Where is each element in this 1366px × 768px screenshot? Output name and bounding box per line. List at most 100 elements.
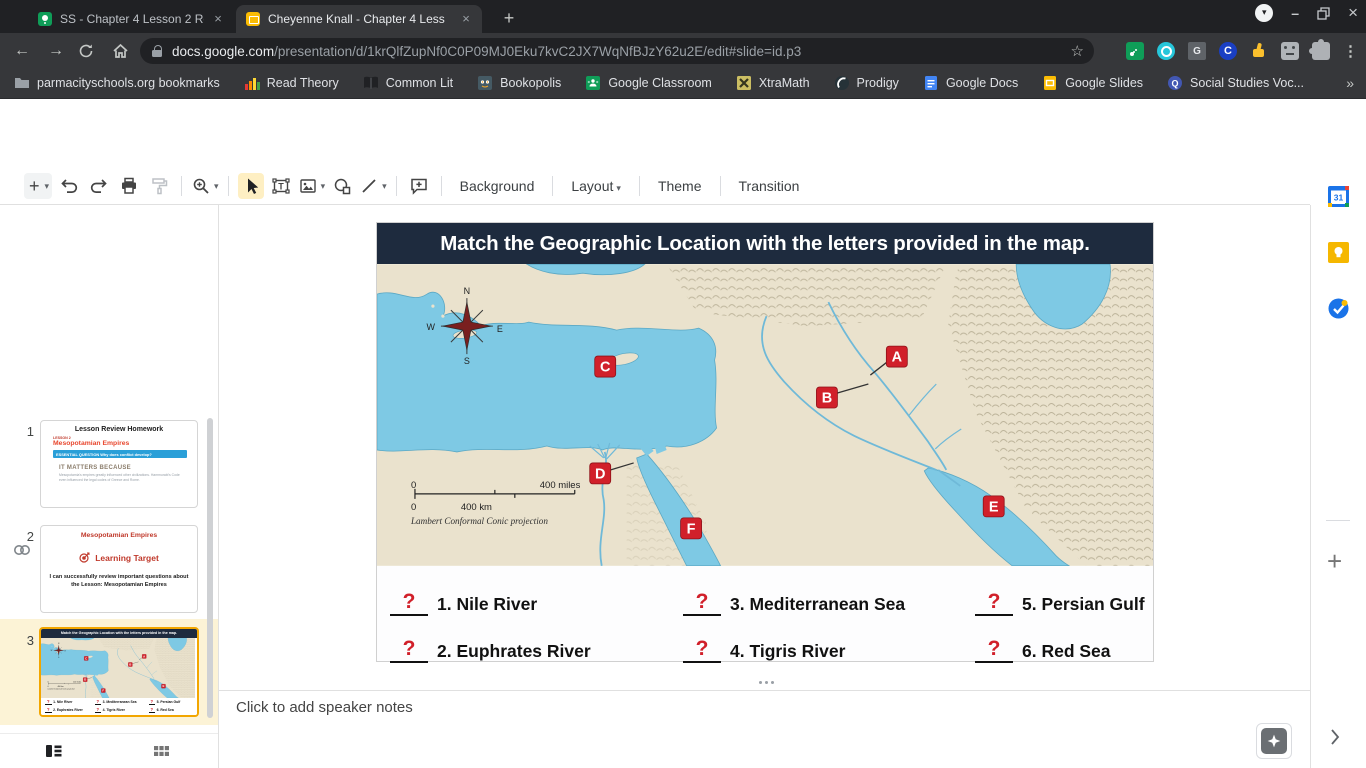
marker-f[interactable]: F — [101, 688, 105, 692]
theme-button[interactable]: Theme — [647, 178, 713, 194]
c-extension-icon[interactable]: C — [1219, 42, 1237, 60]
marker-e[interactable]: E — [161, 684, 165, 688]
tab-classroom[interactable]: SS - Chapter 4 Lesson 2 Review H × — [28, 5, 234, 33]
new-slide-dropdown[interactable]: ▾ — [45, 181, 50, 192]
back-icon[interactable]: ← — [10, 42, 34, 60]
forward-icon[interactable]: → — [44, 42, 68, 60]
filmstrip-view-icon[interactable] — [45, 743, 62, 759]
restore-button[interactable] — [1317, 7, 1330, 20]
matching-questions[interactable]: ? 1. Nile River ? 3. Mediterranean Sea ?… — [377, 566, 1153, 661]
home-icon[interactable] — [112, 43, 136, 59]
marker-d[interactable]: D — [83, 678, 87, 682]
tab-slides-current[interactable]: Cheyenne Knall - Chapter 4 Less × — [236, 5, 482, 33]
layout-button[interactable]: Layout▾ — [560, 178, 632, 194]
insert-image-icon[interactable]: ▾ — [298, 173, 326, 199]
select-tool-icon[interactable] — [238, 173, 264, 199]
question-4: ? 4. Tigris River — [683, 623, 845, 663]
paint-format-icon[interactable] — [146, 173, 172, 199]
slide-canvas: Match the Geographic Location with the l… — [219, 205, 1310, 768]
hand-extension-icon[interactable] — [1250, 42, 1268, 60]
bookmark-prodigy[interactable]: Prodigy — [834, 75, 899, 91]
bookmark-social-studies-voc[interactable]: Q Social Studies Voc... — [1167, 75, 1304, 91]
bookmark-common-lit[interactable]: Common Lit — [363, 75, 453, 91]
marker-d[interactable]: D — [590, 463, 611, 484]
line-dropdown[interactable]: ▾ — [382, 181, 387, 192]
teal-extension-icon[interactable] — [1157, 42, 1175, 60]
minimize-button[interactable]: – — [1291, 6, 1299, 20]
insert-shape-icon[interactable] — [329, 173, 355, 199]
add-addon-button[interactable]: + — [1327, 546, 1342, 577]
slide-thumbnail-3-selected[interactable]: Match the Geographic Location with the l… — [39, 627, 199, 717]
svg-text:400 km: 400 km — [58, 686, 65, 688]
notes-splitter-handle[interactable] — [759, 681, 774, 684]
filmstrip-scrollbar[interactable] — [207, 418, 213, 718]
google-calendar-icon[interactable]: 31 — [1328, 186, 1349, 207]
background-button[interactable]: Background — [449, 178, 546, 194]
link-icon — [13, 543, 31, 557]
zoom-dropdown[interactable]: ▾ — [214, 181, 219, 192]
bookmark-google-slides[interactable]: Google Slides — [1042, 75, 1143, 91]
svg-text:N: N — [464, 286, 470, 296]
map-image[interactable]: N S W E 0 400 miles 0 400 km Lambert Con… — [377, 264, 1153, 566]
bookmark-folder[interactable]: parmacityschools.org bookmarks — [14, 75, 220, 91]
bookmark-google-classroom[interactable]: Google Classroom — [585, 75, 712, 91]
url-omnibox[interactable]: docs.google.com/presentation/d/1krQlfZup… — [140, 38, 1094, 64]
slide-number-2: 2 — [18, 529, 34, 544]
svg-text:F: F — [687, 521, 696, 537]
slide-thumbnail-1[interactable]: Lesson Review Homework LESSON 2 Mesopota… — [40, 420, 198, 508]
bookmark-google-docs[interactable]: Google Docs — [923, 75, 1018, 91]
marker-f[interactable]: F — [681, 518, 702, 539]
marker-a[interactable]: A — [886, 346, 907, 367]
undo-icon[interactable] — [56, 173, 82, 199]
tab-close-icon[interactable]: × — [458, 11, 474, 27]
slide-thumbnail-2[interactable]: Mesopotamian Empires Learning Target I c… — [40, 525, 198, 613]
image-dropdown[interactable]: ▾ — [321, 181, 326, 192]
hide-side-panel-icon[interactable] — [1330, 728, 1340, 746]
marker-e[interactable]: E — [983, 496, 1004, 517]
bookmarks-overflow-icon[interactable]: » — [1346, 75, 1354, 91]
marker-c[interactable]: C — [84, 656, 88, 660]
text-box-icon[interactable]: T — [268, 173, 294, 199]
g-extension-icon[interactable]: G — [1188, 42, 1206, 60]
grid-view-icon[interactable] — [153, 743, 170, 759]
zoom-icon[interactable]: ▾ — [191, 173, 219, 199]
close-button[interactable]: × — [1348, 6, 1358, 20]
map-image[interactable]: N S W E 0 400 miles 0 400 km Lambert Con… — [41, 638, 195, 698]
side-panel: 31 + — [1310, 168, 1366, 768]
browser-profile-icon[interactable]: ▾ — [1255, 4, 1273, 22]
explore-button[interactable] — [1256, 723, 1292, 759]
bookmark-star-icon[interactable]: ☆ — [1071, 42, 1084, 60]
new-slide-button[interactable]: + ▾ — [24, 173, 52, 199]
svg-text:C: C — [600, 360, 611, 376]
insert-comment-icon[interactable] — [406, 173, 432, 199]
slide-title-banner[interactable]: Match the Geographic Location with the l… — [377, 223, 1153, 264]
redo-icon[interactable] — [86, 173, 112, 199]
current-slide[interactable]: Match the Geographic Location with the l… — [376, 222, 1154, 662]
chrome-menu-icon[interactable]: ⋮ — [1343, 42, 1358, 60]
transition-button[interactable]: Transition — [728, 178, 811, 194]
robot-extension-icon[interactable] — [1281, 42, 1299, 60]
insert-line-icon[interactable]: ▾ — [359, 173, 387, 199]
marker-b[interactable]: B — [816, 387, 837, 408]
layout-dropdown: ▾ — [616, 183, 621, 193]
bookmark-bookopolis[interactable]: Bookopolis — [477, 75, 561, 91]
speaker-notes-input[interactable]: Click to add speaker notes — [236, 699, 413, 716]
tab-close-icon[interactable]: × — [210, 11, 226, 27]
secure-lock-icon[interactable] — [152, 45, 162, 57]
bookmark-read-theory[interactable]: Read Theory — [244, 75, 339, 91]
svg-text:31: 31 — [1334, 193, 1344, 203]
new-tab-button[interactable]: + — [497, 7, 521, 31]
marker-b[interactable]: B — [128, 662, 132, 666]
puzzle-extensions-icon[interactable] — [1312, 42, 1330, 60]
bookmark-xtramath[interactable]: XtraMath — [736, 75, 810, 91]
print-icon[interactable] — [116, 173, 142, 199]
google-tasks-icon[interactable] — [1328, 298, 1349, 319]
question-2: ? 2. Euphrates River — [390, 623, 591, 663]
bookmarks-bar: parmacityschools.org bookmarks Read Theo… — [0, 68, 1366, 99]
screencast-extension-icon[interactable] — [1126, 42, 1144, 60]
marker-a[interactable]: A — [142, 654, 146, 658]
google-keep-icon[interactable] — [1328, 242, 1349, 263]
svg-text:E: E — [989, 499, 999, 515]
marker-c[interactable]: C — [595, 356, 616, 377]
reload-icon[interactable] — [78, 43, 102, 59]
